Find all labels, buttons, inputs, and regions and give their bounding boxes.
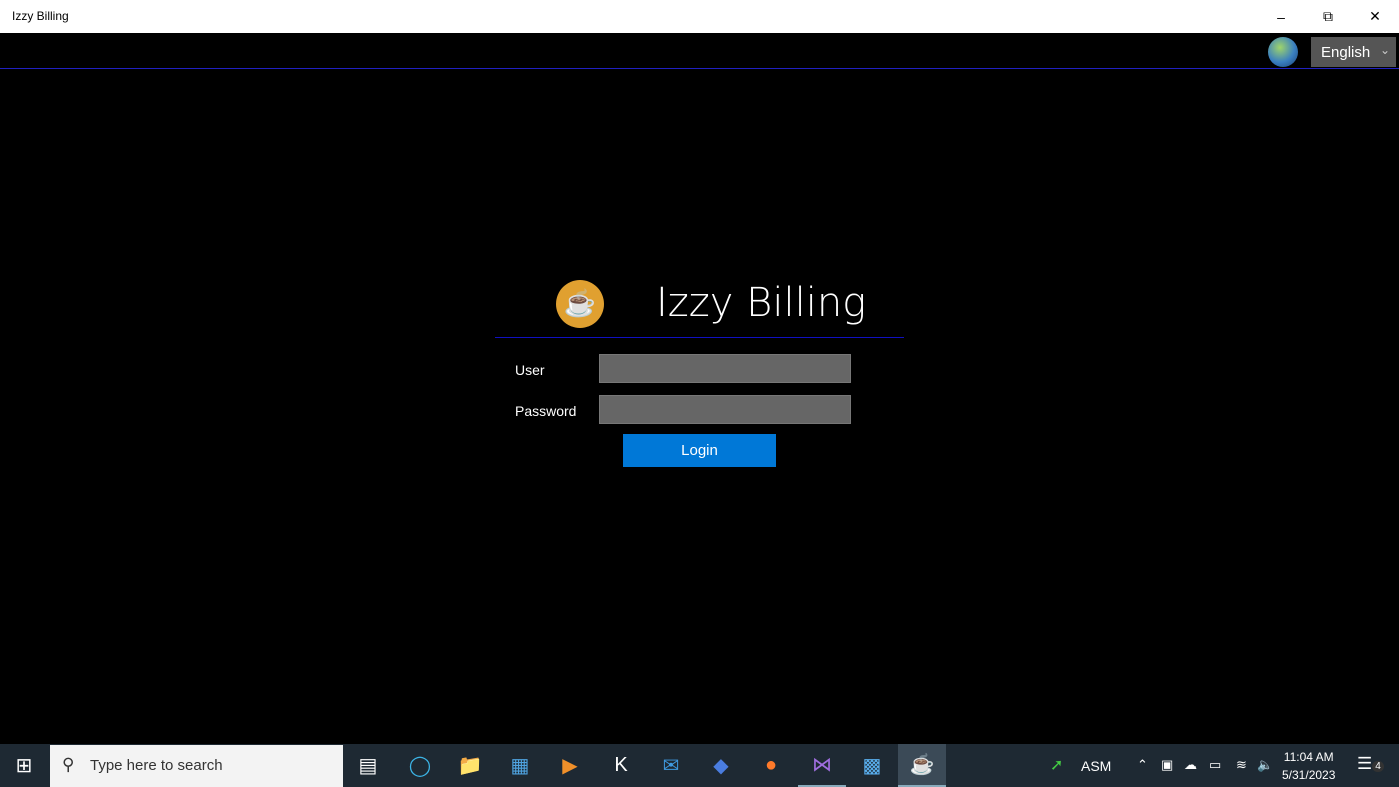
app-header: English ⌄	[0, 33, 1399, 69]
notifications-icon[interactable]: ☰ 4	[1357, 754, 1384, 774]
mail-icon[interactable]: ✉	[647, 744, 695, 787]
app-title: Izzy Billing	[656, 280, 867, 326]
password-input[interactable]	[599, 395, 851, 424]
camera-icon[interactable]: ▣	[1161, 757, 1173, 773]
divider	[495, 337, 904, 338]
volume-icon[interactable]: 🔈	[1257, 757, 1273, 773]
user-label: User	[515, 362, 545, 378]
search-placeholder: Type here to search	[90, 757, 223, 774]
asm-icon[interactable]: ➚	[1050, 755, 1063, 775]
title-bar: Izzy Billing – ⧉ ✕	[0, 0, 1399, 33]
media-player-icon[interactable]: ▶	[546, 744, 594, 787]
k-app-icon[interactable]: K	[597, 744, 645, 787]
store-icon[interactable]: ▦	[496, 744, 544, 787]
edge-icon[interactable]: ◯	[396, 744, 444, 787]
window-title: Izzy Billing	[12, 9, 69, 23]
language-value: English	[1321, 44, 1371, 61]
language-select[interactable]: English ⌄	[1311, 37, 1396, 67]
restore-button[interactable]: ⧉	[1305, 0, 1351, 33]
chevron-up-icon[interactable]: ⌃	[1137, 757, 1148, 773]
password-label: Password	[515, 403, 577, 419]
user-input[interactable]	[599, 354, 851, 383]
clock[interactable]: 11:04 AM 5/31/2023	[1282, 748, 1335, 784]
chevron-down-icon: ⌄	[1379, 43, 1390, 57]
time: 11:04 AM	[1283, 750, 1334, 764]
date: 5/31/2023	[1282, 768, 1336, 782]
power-automate-icon[interactable]: ◆	[697, 744, 745, 787]
battery-icon[interactable]: ▭	[1209, 757, 1221, 773]
file-explorer-icon[interactable]: 📁	[446, 744, 494, 787]
minimize-button[interactable]: –	[1258, 0, 1304, 33]
wifi-icon[interactable]: ≋	[1236, 757, 1247, 773]
search-box[interactable]: ⚲ Type here to search	[50, 745, 343, 787]
coffee-logo-icon: ☕	[556, 280, 604, 328]
firefox-icon[interactable]: ●	[747, 744, 795, 787]
start-windows-icon[interactable]: ⊞	[0, 744, 48, 787]
asm-label: ASM	[1081, 758, 1112, 774]
izzy-billing-taskbar-icon[interactable]: ☕	[898, 744, 946, 787]
notification-count: 4	[1372, 761, 1384, 772]
taskbar: ⊞ ⚲ Type here to search ▤ ◯ 📁 ▦ ▶ K ✉ ◆ …	[0, 744, 1399, 787]
task-view-icon[interactable]: ▤	[344, 744, 392, 787]
close-button[interactable]: ✕	[1352, 0, 1398, 33]
login-button[interactable]: Login	[623, 434, 776, 467]
remote-desktop-icon[interactable]: ▩	[848, 744, 896, 787]
visual-studio-icon[interactable]: ⋈	[798, 744, 846, 787]
search-icon: ⚲	[62, 755, 75, 774]
globe-icon	[1268, 37, 1298, 67]
onedrive-warning-icon[interactable]: ☁	[1184, 757, 1197, 773]
